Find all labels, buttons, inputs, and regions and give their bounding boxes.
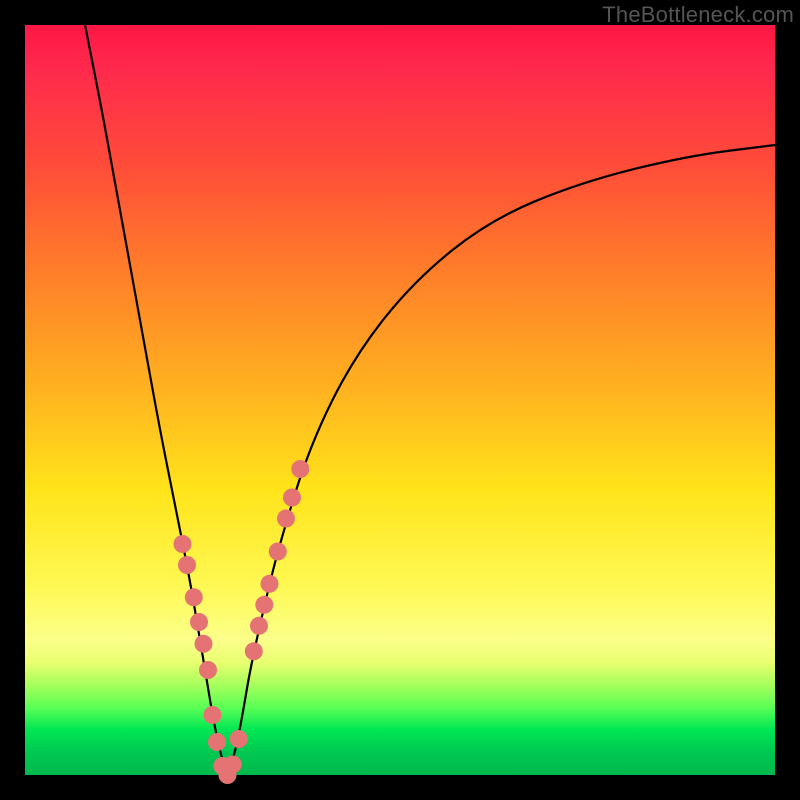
watermark-text: TheBottleneck.com: [602, 2, 794, 28]
scatter-dot: [204, 706, 222, 724]
chart-svg: [25, 25, 775, 775]
scatter-dot: [224, 756, 242, 774]
scatter-dot: [269, 543, 287, 561]
scatter-dot: [283, 489, 301, 507]
scatter-dot: [245, 642, 263, 660]
scatter-dot: [261, 575, 279, 593]
bottleneck-curve: [85, 25, 775, 769]
scatter-dot: [185, 588, 203, 606]
scatter-dot: [178, 556, 196, 574]
chart-frame: TheBottleneck.com: [0, 0, 800, 800]
scatter-dot: [190, 613, 208, 631]
scatter-dot: [174, 535, 192, 553]
scatter-dot: [255, 596, 273, 614]
scatter-dot: [291, 460, 309, 478]
scatter-dot: [277, 510, 295, 528]
scatter-dot: [250, 617, 268, 635]
scatter-dots: [174, 460, 310, 784]
scatter-dot: [199, 661, 217, 679]
plot-area: [25, 25, 775, 775]
scatter-dot: [230, 730, 248, 748]
scatter-dot: [208, 733, 226, 751]
scatter-dot: [195, 635, 213, 653]
